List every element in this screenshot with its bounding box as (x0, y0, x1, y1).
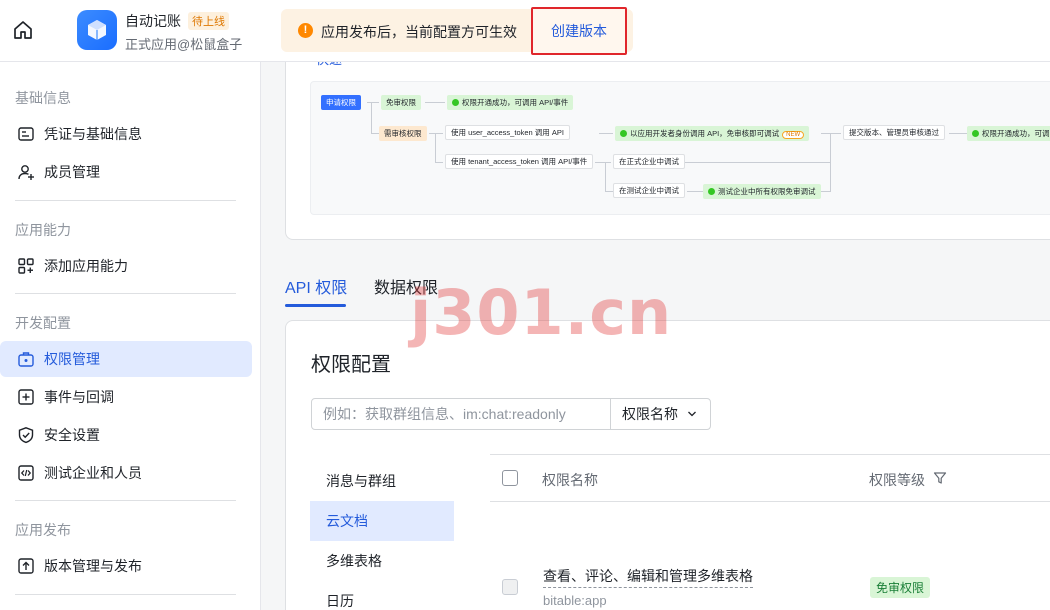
flow-node-tenant-token: 使用 tenant_access_token 调用 API/事件 (445, 154, 594, 169)
sidebar-section-title: 开发配置 (15, 315, 71, 331)
flow-node-formal-debug: 在正式企业中调试 (613, 154, 685, 169)
check-icon (620, 130, 627, 137)
tab-api-permissions[interactable]: API 权限 (285, 274, 347, 298)
flow-quick-link[interactable]: 快速 (316, 62, 342, 68)
add-grid-icon (17, 257, 35, 275)
search-input[interactable] (312, 399, 610, 429)
category-item-active[interactable]: 云文档 (310, 501, 454, 541)
warning-icon: ! (298, 23, 313, 38)
column-header-name: 权限名称 (542, 472, 598, 488)
sidebar-divider (15, 594, 236, 595)
sidebar-section-title: 基础信息 (15, 90, 71, 106)
category-item[interactable]: 日历 (310, 581, 454, 610)
table-header: 权限名称 权限等级 (490, 454, 1050, 502)
filter-icon[interactable] (933, 471, 947, 490)
select-all-checkbox[interactable] (502, 470, 518, 486)
flow-node-free-result: 权限开通成功，可调用 API/事件 (447, 95, 574, 110)
check-icon (972, 130, 979, 137)
add-user-icon (17, 163, 35, 181)
permission-flow-card: 快速 申请权限 免审权限 权限开通成功，可调用 API/事件 需审核权限 使 (285, 62, 1050, 240)
check-icon (452, 99, 459, 106)
sidebar-item-label: 凭证与基础信息 (44, 126, 142, 142)
row-checkbox[interactable] (502, 579, 518, 595)
flow-node-final-result: 权限开通成功，可调 (967, 126, 1050, 141)
permission-config-card: 权限配置 权限名称 消息与群组 云文档 多维表格 日历 权限名称 权限等级 查看… (285, 320, 1050, 610)
flow-node-test-result: 测试企业中所有权限免审调试 (703, 184, 821, 199)
chevron-down-icon (687, 406, 697, 422)
category-item[interactable]: 消息与群组 (310, 461, 454, 501)
sidebar-item-label: 安全设置 (44, 427, 100, 443)
permission-level-badge: 免审权限 (870, 577, 931, 598)
briefcase-icon (17, 350, 35, 368)
flow-node-apply: 申请权限 (321, 95, 361, 110)
sidebar-section-title: 应用能力 (15, 222, 71, 238)
permission-scope: bitable:app (543, 593, 607, 608)
sidebar-item-members[interactable]: 成员管理 (0, 154, 252, 190)
flow-node-free-review: 免审权限 (381, 95, 421, 110)
sidebar-item-credentials[interactable]: 凭证与基础信息 (0, 116, 252, 152)
sidebar-item-events[interactable]: 事件与回调 (0, 379, 252, 415)
active-tab-indicator (285, 304, 346, 307)
sidebar-item-label: 权限管理 (44, 351, 100, 367)
watermark: j301.cn (410, 276, 673, 349)
sidebar-item-label: 版本管理与发布 (44, 558, 142, 574)
permission-name[interactable]: 查看、评论、编辑和管理多维表格 (543, 566, 753, 588)
sidebar-item-add-capability[interactable]: 添加应用能力 (0, 248, 252, 284)
sidebar-item-test-enterprise[interactable]: 测试企业和人员 (0, 455, 252, 491)
sidebar: 基础信息 凭证与基础信息 成员管理 应用能力 添加应用能力 开发配置 权限管理 … (0, 62, 261, 610)
sidebar-item-label: 添加应用能力 (44, 258, 128, 274)
flow-node-submit: 提交版本、管理员审核通过 (843, 125, 945, 140)
search-filter-select[interactable]: 权限名称 (611, 399, 711, 429)
sidebar-divider (15, 293, 236, 294)
search-filter-label: 权限名称 (622, 406, 678, 422)
shield-check-icon (17, 426, 35, 444)
sidebar-item-label: 事件与回调 (44, 389, 114, 405)
event-add-icon (17, 388, 35, 406)
create-version-button[interactable]: 创建版本 (531, 7, 627, 55)
sidebar-divider (15, 200, 236, 201)
category-item[interactable]: 多维表格 (310, 541, 454, 581)
app-logo (77, 10, 117, 50)
sidebar-item-security[interactable]: 安全设置 (0, 417, 252, 453)
top-header: 自动记账 待上线 正式应用@松鼠盒子 ! 应用发布后，当前配置方可生效 创建版本 (0, 0, 1050, 62)
home-icon[interactable] (12, 19, 34, 41)
column-header-level: 权限等级 (869, 472, 925, 488)
flow-node-user-token-result: 以应用开发者身份调用 API，免审核即可调试 NEW (615, 126, 810, 141)
app-subtitle: 正式应用@松鼠盒子 (125, 37, 243, 52)
notice-text: 应用发布后，当前配置方可生效 (321, 24, 517, 40)
app-name: 自动记账 (125, 13, 181, 29)
flow-node-need-review: 需审核权限 (379, 126, 427, 141)
flow-node-user-token: 使用 user_access_token 调用 API (445, 125, 570, 140)
sidebar-item-permissions[interactable]: 权限管理 (0, 341, 252, 377)
status-badge: 待上线 (188, 12, 229, 30)
code-box-icon (17, 464, 35, 482)
search-box: 权限名称 (311, 398, 711, 430)
sidebar-item-label: 测试企业和人员 (44, 465, 142, 481)
sidebar-item-label: 成员管理 (44, 164, 100, 180)
upload-box-icon (17, 557, 35, 575)
check-icon (708, 188, 715, 195)
id-card-icon (17, 125, 35, 143)
permission-flow-diagram: 申请权限 免审权限 权限开通成功，可调用 API/事件 需审核权限 使用 use… (310, 81, 1050, 215)
flow-node-test-debug: 在测试企业中调试 (613, 183, 685, 198)
sidebar-section-title: 应用发布 (15, 522, 71, 538)
sidebar-item-versions[interactable]: 版本管理与发布 (0, 548, 252, 584)
page-title: 权限配置 (311, 354, 391, 376)
sidebar-divider (15, 500, 236, 501)
